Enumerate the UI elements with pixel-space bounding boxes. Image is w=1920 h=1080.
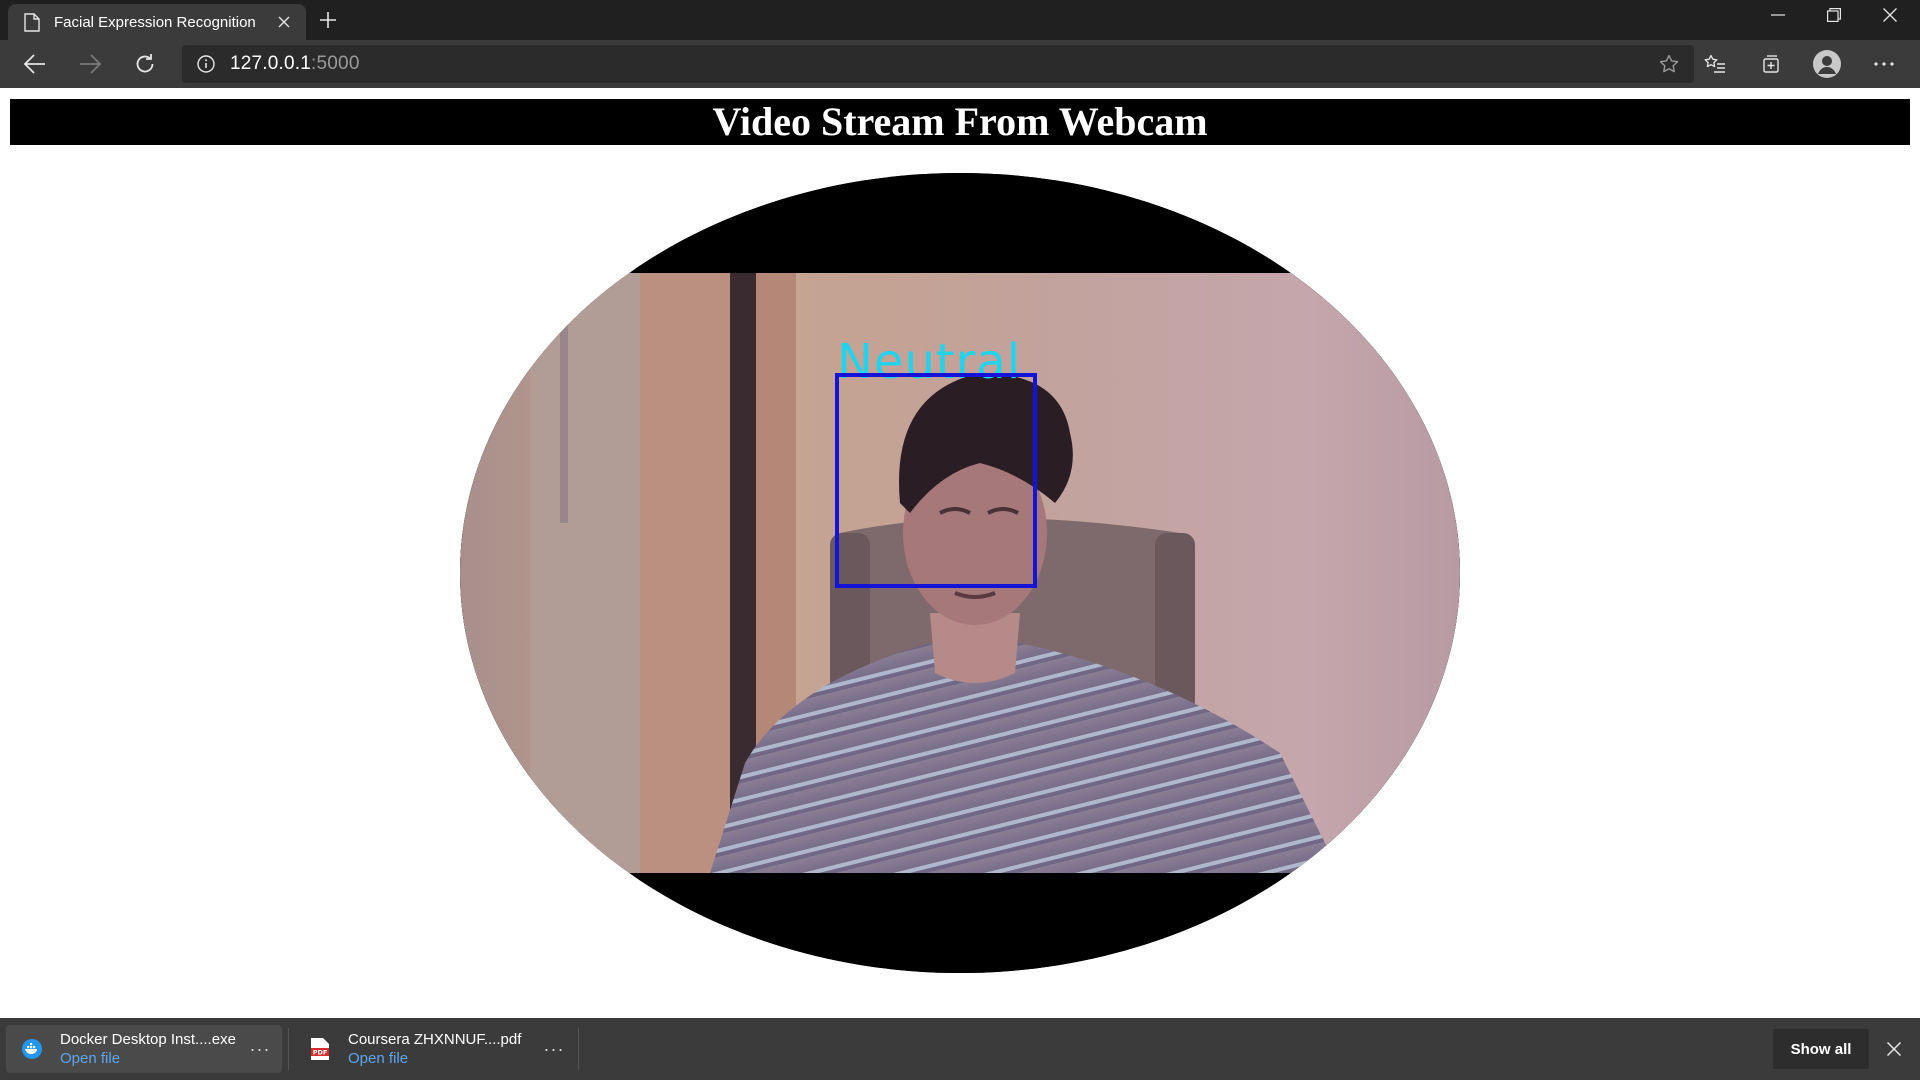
site-info-icon[interactable]: [196, 54, 216, 74]
download-item-coursera[interactable]: PDF Coursera ZHXNNUF....pdf Open file ··…: [294, 1025, 576, 1073]
settings-more-icon[interactable]: [1865, 46, 1903, 82]
pdf-icon: PDF: [308, 1037, 332, 1061]
url-host: 127.0.0.1: [230, 53, 312, 74]
restore-icon[interactable]: [1806, 0, 1862, 30]
page-heading: Video Stream From Webcam: [10, 99, 1910, 145]
tab-title: Facial Expression Recognition: [54, 13, 256, 31]
browser-toolbar: 127.0.0.1:5000: [0, 40, 1920, 88]
favorite-star-icon[interactable]: [1658, 53, 1680, 75]
back-icon[interactable]: [16, 46, 54, 82]
new-tab-icon[interactable]: [314, 6, 342, 34]
address-bar[interactable]: 127.0.0.1:5000: [182, 45, 1694, 83]
docker-icon: [20, 1037, 44, 1061]
favorites-list-icon[interactable]: [1696, 46, 1734, 82]
open-file-link[interactable]: Open file: [348, 1049, 538, 1069]
minimize-icon[interactable]: [1750, 0, 1806, 30]
open-file-link[interactable]: Open file: [60, 1049, 244, 1069]
webcam-video-stream: Neutral: [460, 173, 1460, 973]
download-more-icon[interactable]: ···: [538, 1033, 570, 1065]
collections-icon[interactable]: [1752, 46, 1790, 82]
close-shelf-icon[interactable]: [1880, 1035, 1908, 1063]
download-item-docker[interactable]: Docker Desktop Inst....exe Open file ···: [6, 1025, 282, 1073]
forward-icon[interactable]: [71, 46, 109, 82]
shelf-divider: [288, 1028, 289, 1070]
svg-text:PDF: PDF: [313, 1049, 328, 1057]
download-more-icon[interactable]: ···: [244, 1033, 276, 1065]
profile-avatar-icon[interactable]: [1808, 46, 1846, 82]
download-filename: Docker Desktop Inst....exe: [60, 1030, 236, 1048]
url-text[interactable]: 127.0.0.1:5000: [230, 53, 360, 75]
download-filename: Coursera ZHXNNUF....pdf: [348, 1030, 522, 1048]
page-content: Video Stream From Webcam Neutral: [0, 88, 1920, 1018]
face-bounding-box: [835, 373, 1037, 588]
tab-facial-expression-recognition[interactable]: Facial Expression Recognition: [8, 4, 306, 40]
download-shelf: Docker Desktop Inst....exe Open file ···…: [0, 1018, 1920, 1080]
title-bar: Facial Expression Recognition: [0, 0, 1920, 40]
show-all-button[interactable]: Show all: [1773, 1029, 1869, 1069]
refresh-icon[interactable]: [126, 46, 164, 82]
close-window-icon[interactable]: [1862, 0, 1918, 30]
page-icon: [22, 12, 42, 32]
url-port: :5000: [311, 53, 360, 74]
tab-close-icon[interactable]: [270, 8, 298, 36]
shelf-divider: [578, 1028, 579, 1070]
